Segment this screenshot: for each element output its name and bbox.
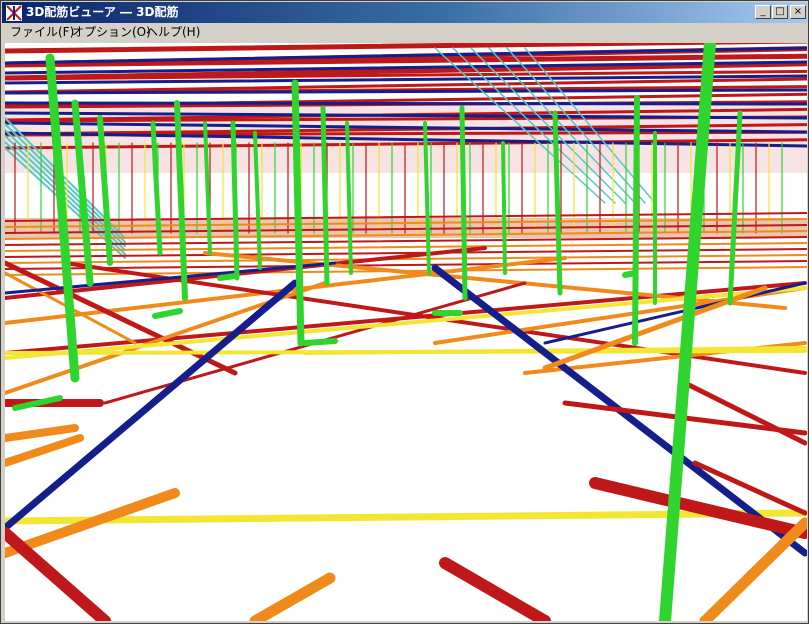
column-stub: [302, 338, 338, 346]
minimize-button[interactable]: _: [755, 5, 771, 19]
menu-bar: ファイル(F) オプション(O) ヘルプ(H): [2, 23, 807, 42]
maximize-button[interactable]: □: [772, 5, 788, 19]
app-icon[interactable]: [6, 5, 22, 21]
column-rebar: [459, 105, 468, 301]
3d-viewport[interactable]: [5, 43, 807, 621]
column-rebar: [632, 95, 640, 346]
menu-help[interactable]: ヘルプ(H): [142, 24, 204, 40]
close-button[interactable]: ×: [790, 5, 806, 19]
column-stub: [622, 270, 638, 278]
app-window: 3D配筋ビューア ― 3D配筋 _ □ × ファイル(F) オプション(O) ヘ…: [0, 0, 809, 624]
window-title: 3D配筋ビューア ― 3D配筋: [26, 5, 179, 19]
title-bar[interactable]: 3D配筋ビューア ― 3D配筋 _ □ ×: [2, 2, 807, 23]
beam-blue-top: [5, 101, 807, 106]
rebar-scene: [5, 43, 807, 621]
column-rebar: [501, 141, 507, 275]
column-stub: [217, 273, 238, 281]
